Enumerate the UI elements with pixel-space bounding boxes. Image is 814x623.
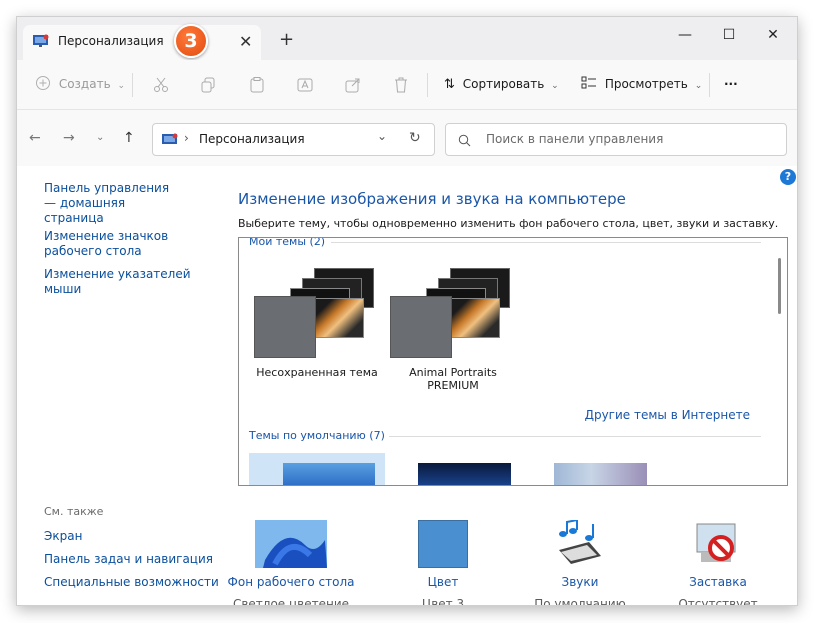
tiger-image [314,298,364,338]
tab-personalization[interactable]: Персонализация 3 ✕ [23,24,261,60]
recent-chevron-icon[interactable]: ⌄ [96,132,104,143]
create-label: Создать [58,77,111,91]
view-list-icon [581,76,596,89]
plus-circle-icon [36,76,50,90]
sort-button[interactable]: ⇅ Сортировать ⌄ [444,75,559,95]
screensaver-label: Заставка [689,575,747,589]
control-panel-icon [33,34,49,47]
content-area: ? Панель управления — домашняя страница … [17,166,797,606]
see-also-display[interactable]: Экран [44,529,82,544]
toolbar-divider [709,73,710,97]
view-button[interactable]: Просмотреть ⌄ [581,75,702,95]
sort-label: Сортировать [462,77,545,91]
sidebar-link-home[interactable]: Панель управления — домашняя страница [44,181,184,226]
color-swatch [254,296,316,358]
theme-name: Несохраненная тема [256,366,378,379]
maximize-button[interactable]: ☐ [707,21,751,51]
delete-icon[interactable] [392,75,410,95]
sort-icon: ⇅ [444,77,455,92]
theme-thumbnail[interactable] [390,268,515,360]
minimize-button[interactable]: — [663,21,707,51]
theme-name: Animal Portraits PREMIUM [409,366,497,392]
create-button[interactable]: Создать ⌄ [35,75,125,95]
share-icon[interactable] [344,75,362,95]
theme-preview [283,463,375,485]
help-icon[interactable]: ? [780,169,796,185]
see-also-taskbar[interactable]: Панель задач и навигация [44,552,213,567]
address-bar-row: ← → ⌄ ↑ › Персонализация ⌄ ↻ Поиск в пан… [17,110,797,166]
chevron-down-icon: ⌄ [117,81,126,91]
sounds-value: По умолчанию [534,597,626,606]
cut-icon[interactable] [152,75,170,95]
desktop-background-value: Светлое цветение [232,597,350,606]
color-value: Цвет 3 [421,597,465,606]
forward-arrow-icon[interactable]: → [63,130,75,146]
group-divider [389,436,761,437]
close-window-button[interactable]: ✕ [751,21,795,51]
title-bar: Персонализация 3 ✕ + — ☐ ✕ [17,17,797,60]
address-dropdown-icon[interactable]: ⌄ [377,129,387,143]
default-themes-header: Темы по умолчанию (7) [249,429,385,442]
tab-title: Персонализация [58,34,164,48]
group-divider [331,242,761,243]
command-bar: Создать ⌄ ⇅ Сортировать ⌄ Просмотреть ⌄ … [17,60,797,110]
view-label: Просмотреть [604,77,688,91]
color-swatch-icon [418,520,468,568]
theme-thumbnail[interactable] [254,268,379,360]
screensaver-icon [696,523,736,562]
address-field[interactable]: › Персонализация ⌄ ↻ [152,123,435,156]
screensaver-value: Отсутствует [678,597,758,606]
refresh-icon[interactable]: ↻ [409,130,421,146]
see-also-accessibility[interactable]: Специальные возможности [44,575,219,590]
chevron-down-icon: ⌄ [551,81,559,91]
scrollbar-thumb[interactable] [778,258,781,314]
sidebar-link-desktop-icons[interactable]: Изменение значков рабочего стола [44,229,219,259]
back-arrow-icon[interactable]: ← [29,130,41,146]
close-tab-icon[interactable]: ✕ [239,32,252,51]
sounds-label: Звуки [561,575,599,589]
copy-icon[interactable] [200,75,218,95]
chevron-right-icon: › [184,131,189,145]
themes-panel: Мои темы (2) Несохраненная тема Animal P… [238,237,788,486]
chevron-down-icon: ⌄ [694,81,703,91]
search-input[interactable]: Поиск в панели управления [445,123,787,156]
control-panel-icon [162,133,178,144]
color-label: Цвет [427,575,459,589]
new-tab-button[interactable]: + [279,29,294,50]
page-title: Изменение изображения и звука на компьют… [238,190,626,208]
color-swatch [390,296,452,358]
breadcrumb[interactable]: Персонализация [199,132,305,146]
step-badge: 3 [174,24,208,58]
toolbar-divider [132,73,133,97]
see-also-title: См. также [44,505,104,518]
toolbar-divider [427,73,428,97]
theme-thumbnail[interactable] [418,463,511,485]
search-icon [458,134,471,147]
sidebar-link-mouse-pointers[interactable]: Изменение указателей мыши [44,267,229,297]
more-options-button[interactable]: ··· [724,75,738,95]
desktop-background-label: Фон рабочего стола [227,575,355,589]
paste-icon[interactable] [248,75,266,95]
sounds-icon [559,520,601,564]
search-placeholder: Поиск в панели управления [486,132,664,146]
rename-icon[interactable] [296,75,314,95]
wallpaper-icon [255,520,327,568]
tiger-image [450,298,500,338]
my-themes-header: Мои темы (2) [249,237,326,248]
theme-thumbnail-selected[interactable] [249,453,385,485]
more-themes-link[interactable]: Другие темы в Интернете [585,408,750,422]
theme-thumbnail[interactable] [554,463,647,485]
explorer-window: Персонализация 3 ✕ + — ☐ ✕ Создать ⌄ ⇅ С… [16,16,798,606]
page-description: Выберите тему, чтобы одновременно измени… [238,217,779,230]
up-arrow-icon[interactable]: ↑ [123,130,135,146]
